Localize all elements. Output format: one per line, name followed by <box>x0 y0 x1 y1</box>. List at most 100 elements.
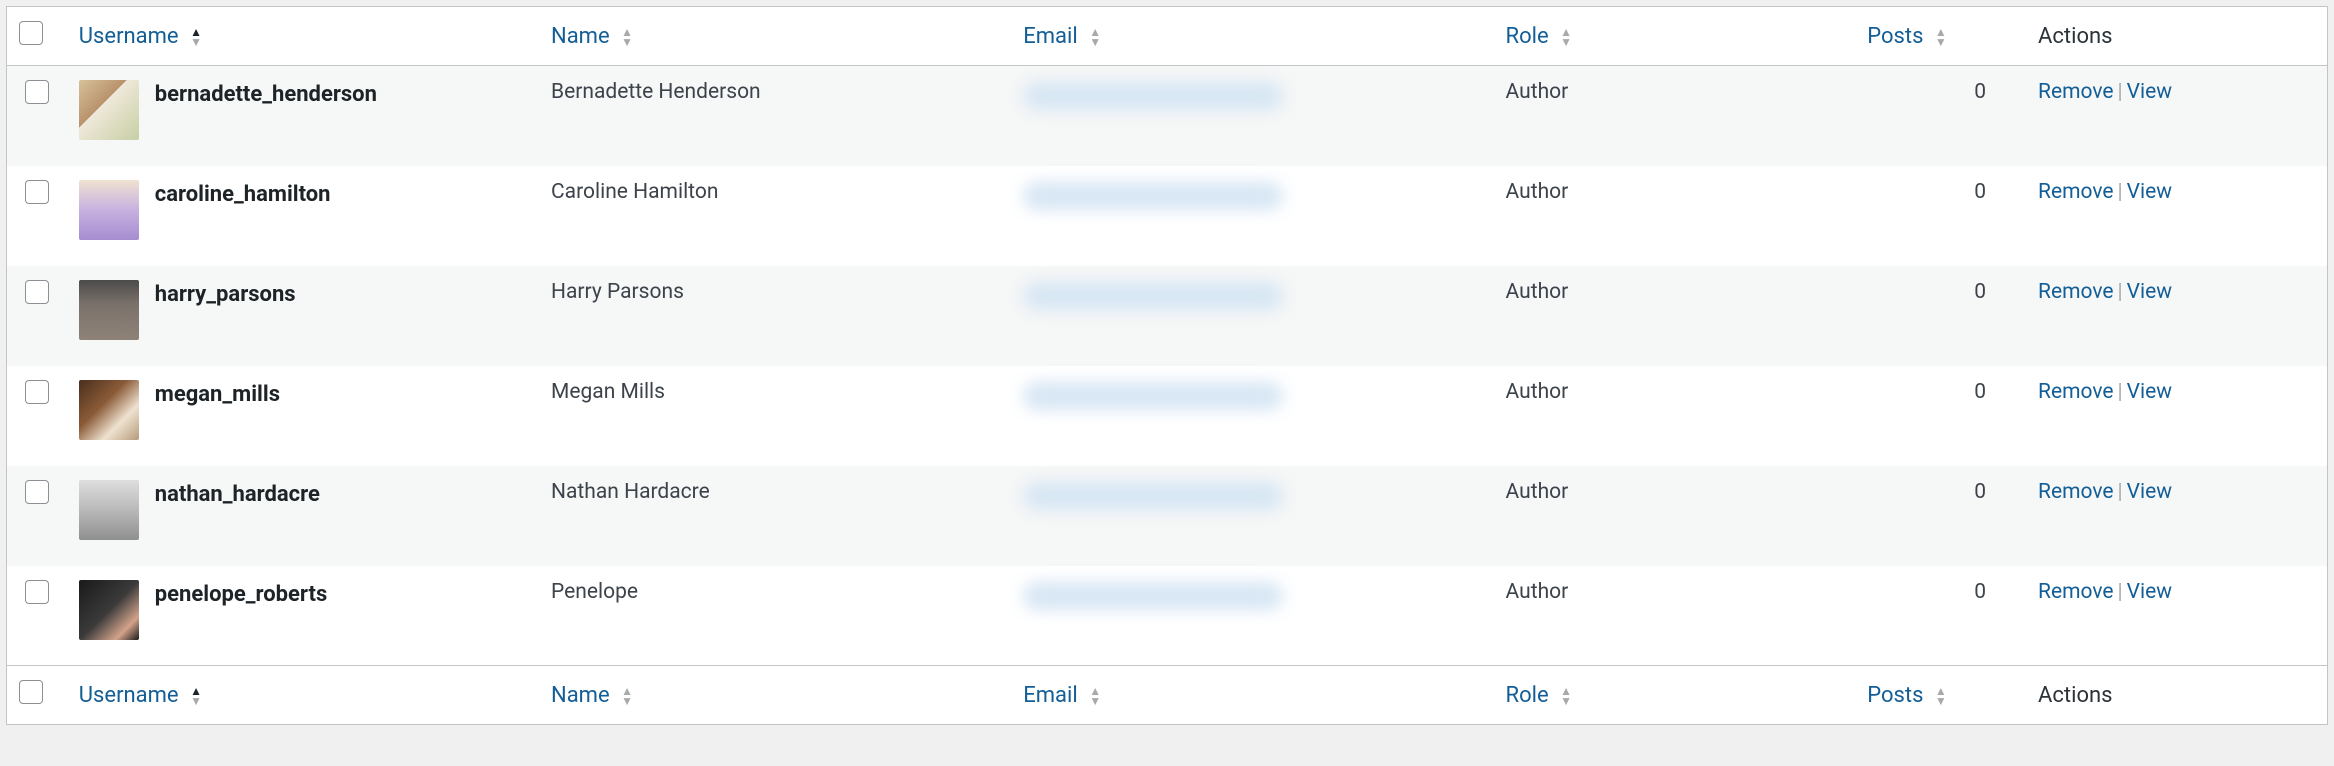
user-email[interactable] <box>1011 266 1493 366</box>
blurred-email <box>1023 582 1283 610</box>
sort-icon: ▲ ▼ <box>1560 27 1572 47</box>
view-link[interactable]: View <box>2127 80 2172 104</box>
avatar <box>79 480 139 540</box>
username-link[interactable]: harry_parsons <box>155 280 296 307</box>
row-checkbox[interactable] <box>25 580 49 604</box>
column-header-email-label: Email <box>1023 24 1077 49</box>
user-posts: 0 <box>1855 366 2026 466</box>
remove-link[interactable]: Remove <box>2038 480 2114 504</box>
row-checkbox[interactable] <box>25 280 49 304</box>
sort-icon: ▲ ▼ <box>1935 27 1947 47</box>
column-footer-role-label: Role <box>1506 683 1549 708</box>
row-checkbox[interactable] <box>25 480 49 504</box>
row-actions: Remove|View <box>2026 366 2327 466</box>
user-role: Author <box>1494 166 1856 266</box>
column-header-email[interactable]: Email ▲ ▼ <box>1011 7 1493 66</box>
sort-icon: ▲ ▼ <box>1089 686 1101 706</box>
table-row: harry_parsonsHarry ParsonsAuthor0Remove|… <box>7 266 2328 366</box>
user-posts: 0 <box>1855 266 2026 366</box>
caret-down-icon: ▼ <box>190 37 202 47</box>
row-checkbox[interactable] <box>25 80 49 104</box>
blurred-email <box>1023 282 1283 310</box>
sort-icon: ▲ ▼ <box>621 27 633 47</box>
column-header-username[interactable]: Username ▲ ▼ <box>67 7 539 66</box>
column-footer-email-label: Email <box>1023 683 1077 708</box>
user-posts: 0 <box>1855 66 2026 166</box>
view-link[interactable]: View <box>2127 180 2172 204</box>
remove-link[interactable]: Remove <box>2038 80 2114 104</box>
user-role: Author <box>1494 366 1856 466</box>
column-footer-name[interactable]: Name ▲ ▼ <box>539 666 1011 725</box>
avatar <box>79 80 139 140</box>
column-header-posts[interactable]: Posts ▲ ▼ <box>1855 7 2026 66</box>
user-name: Penelope <box>539 566 1011 666</box>
user-name: Caroline Hamilton <box>539 166 1011 266</box>
actions-separator: | <box>2114 80 2127 104</box>
remove-link[interactable]: Remove <box>2038 180 2114 204</box>
column-header-name-label: Name <box>551 24 610 49</box>
blurred-email <box>1023 382 1283 410</box>
column-footer-actions-label: Actions <box>2038 683 2112 708</box>
column-footer-actions: Actions <box>2026 666 2327 725</box>
user-role: Author <box>1494 66 1856 166</box>
username-link[interactable]: caroline_hamilton <box>155 180 331 207</box>
user-posts: 0 <box>1855 566 2026 666</box>
user-posts: 0 <box>1855 466 2026 566</box>
select-all-checkbox[interactable] <box>19 21 43 45</box>
row-checkbox[interactable] <box>25 380 49 404</box>
username-link[interactable]: bernadette_henderson <box>155 80 377 107</box>
select-all-checkbox-footer[interactable] <box>19 680 43 704</box>
row-actions: Remove|View <box>2026 466 2327 566</box>
table-row: caroline_hamilton Caroline Hamilton Author… <box>7 166 2328 266</box>
user-email[interactable] <box>1011 66 1493 166</box>
view-link[interactable]: View <box>2127 380 2172 404</box>
column-header-role-label: Role <box>1506 24 1549 49</box>
caret-down-icon: ▼ <box>621 37 633 47</box>
remove-link[interactable]: Remove <box>2038 380 2114 404</box>
column-header-role[interactable]: Role ▲ ▼ <box>1494 7 1856 66</box>
table-row: penelope_robertsPenelopeAuthor0Remove|Vi… <box>7 566 2328 666</box>
row-actions: Remove|View <box>2026 566 2327 666</box>
actions-separator: | <box>2114 580 2127 604</box>
caret-down-icon: ▼ <box>1089 696 1101 706</box>
row-checkbox[interactable] <box>25 180 49 204</box>
column-header-actions: Actions <box>2026 7 2327 66</box>
caret-down-icon: ▼ <box>1560 37 1572 47</box>
view-link[interactable]: View <box>2127 480 2172 504</box>
sort-icon: ▲ ▼ <box>190 686 202 706</box>
username-link[interactable]: nathan_hardacre <box>155 480 320 507</box>
username-link[interactable]: penelope_roberts <box>155 580 328 607</box>
username-link[interactable]: megan_mills <box>155 380 280 407</box>
remove-link[interactable]: Remove <box>2038 580 2114 604</box>
remove-link[interactable]: Remove <box>2038 280 2114 304</box>
row-actions: Remove|View <box>2026 66 2327 166</box>
blurred-email <box>1023 82 1283 110</box>
caret-down-icon: ▼ <box>1089 37 1101 47</box>
sort-icon: ▲ ▼ <box>621 686 633 706</box>
column-header-checkbox <box>7 7 67 66</box>
actions-separator: | <box>2114 480 2127 504</box>
column-header-name[interactable]: Name ▲ ▼ <box>539 7 1011 66</box>
column-footer-posts[interactable]: Posts ▲ ▼ <box>1855 666 2026 725</box>
user-name: Nathan Hardacre <box>539 466 1011 566</box>
caret-down-icon: ▼ <box>190 696 202 706</box>
column-footer-email[interactable]: Email ▲ ▼ <box>1011 666 1493 725</box>
column-footer-posts-label: Posts <box>1867 683 1923 708</box>
caret-down-icon: ▼ <box>1560 696 1572 706</box>
avatar <box>79 180 139 240</box>
column-footer-role[interactable]: Role ▲ ▼ <box>1494 666 1856 725</box>
column-footer-username[interactable]: Username ▲ ▼ <box>67 666 539 725</box>
column-header-username-label: Username <box>79 24 179 49</box>
row-actions: Remove|View <box>2026 166 2327 266</box>
avatar <box>79 280 139 340</box>
user-email[interactable] <box>1011 366 1493 466</box>
column-header-actions-label: Actions <box>2038 24 2112 49</box>
sort-icon: ▲ ▼ <box>1560 686 1572 706</box>
avatar <box>79 380 139 440</box>
user-email[interactable] <box>1011 566 1493 666</box>
actions-separator: | <box>2114 280 2127 304</box>
user-email[interactable] <box>1011 166 1493 266</box>
user-email[interactable] <box>1011 466 1493 566</box>
view-link[interactable]: View <box>2127 580 2172 604</box>
view-link[interactable]: View <box>2127 280 2172 304</box>
